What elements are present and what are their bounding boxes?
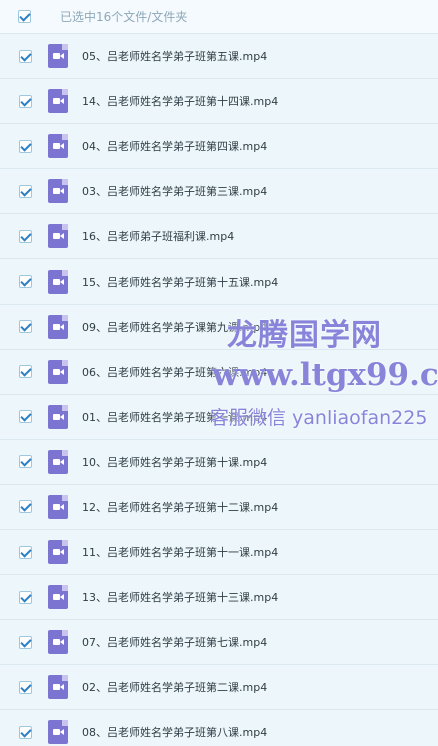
file-name[interactable]: 09、吕老师姓名学弟子课第九课.mp4 [82,319,267,335]
video-file-icon [48,224,68,249]
video-file-icon [48,449,68,474]
file-checkbox[interactable] [19,94,32,108]
file-checkbox[interactable] [19,365,32,379]
file-checkbox[interactable] [19,184,32,198]
video-file-icon [48,404,68,429]
file-checkbox[interactable] [19,275,32,289]
camera-icon [53,278,64,285]
camera-icon [53,53,64,60]
file-checkbox[interactable] [19,455,32,469]
camera-icon [53,233,64,240]
file-name[interactable]: 02、吕老师姓名学弟子班第二课.mp4 [82,679,267,695]
file-checkbox[interactable] [19,320,32,334]
file-row[interactable]: 11、吕老师姓名学弟子班第十一课.mp4 [0,530,438,576]
file-checkbox[interactable] [19,229,32,243]
file-name[interactable]: 15、吕老师姓名学弟子班第十五课.mp4 [82,274,278,290]
camera-icon [53,368,64,375]
file-row[interactable]: 06、吕老师姓名学弟子班第六课.mp4 [0,349,438,395]
file-name[interactable]: 03、吕老师姓名学弟子班第三课.mp4 [82,183,267,199]
video-file-icon [48,89,68,114]
camera-icon [53,503,64,510]
camera-icon [53,684,64,691]
file-name[interactable]: 01、吕老师姓名学弟子班第一课.mp4 [82,409,267,425]
file-name[interactable]: 11、吕老师姓名学弟子班第十一课.mp4 [82,544,278,560]
file-row[interactable]: 07、吕老师姓名学弟子班第七课.mp4 [0,620,438,666]
camera-icon [53,639,64,646]
file-checkbox[interactable] [19,590,32,604]
file-row[interactable]: 03、吕老师姓名学弟子班第三课.mp4 [0,169,438,215]
camera-icon [53,143,64,150]
file-list-page: 已选中16个文件/文件夹 05、吕老师姓名学弟子班第五课.mp4 14、吕老师姓名… [0,0,438,746]
video-file-icon [48,494,68,519]
camera-icon [53,729,64,736]
file-row[interactable]: 10、吕老师姓名学弟子班第十课.mp4 [0,439,438,485]
file-row[interactable]: 16、吕老师弟子班福利课.mp4 [0,214,438,260]
file-row[interactable]: 12、吕老师姓名学弟子班第十二课.mp4 [0,484,438,531]
file-name[interactable]: 16、吕老师弟子班福利课.mp4 [82,228,234,244]
file-checkbox[interactable] [19,49,32,63]
file-checkbox[interactable] [19,725,32,739]
video-file-icon [48,134,68,159]
camera-icon [53,458,64,465]
file-checkbox[interactable] [19,680,32,694]
file-name[interactable]: 05、吕老师姓名学弟子班第五课.mp4 [82,48,267,64]
video-file-icon [48,44,68,69]
file-checkbox[interactable] [19,500,32,514]
video-file-icon [48,720,68,745]
file-row[interactable]: 05、吕老师姓名学弟子班第五课.mp4 [0,34,438,80]
camera-icon [53,98,64,105]
selection-header: 已选中16个文件/文件夹 [0,0,438,34]
file-checkbox[interactable] [19,635,32,649]
file-list: 05、吕老师姓名学弟子班第五课.mp4 14、吕老师姓名学弟子班第十四课.mp4 0… [0,34,438,746]
camera-icon [53,549,64,556]
video-file-icon [48,179,68,204]
camera-icon [53,413,64,420]
file-checkbox[interactable] [19,410,32,424]
selection-count-text: 已选中16个文件/文件夹 [60,10,188,24]
camera-icon [53,188,64,195]
file-checkbox[interactable] [19,545,32,559]
file-row[interactable]: 01、吕老师姓名学弟子班第一课.mp4 [0,394,438,440]
video-file-icon [48,359,68,384]
video-file-icon [48,269,68,294]
file-name[interactable]: 08、吕老师姓名学弟子班第八课.mp4 [82,724,267,740]
file-name[interactable]: 13、吕老师姓名学弟子班第十三课.mp4 [82,589,278,605]
video-file-icon [48,585,68,610]
file-row[interactable]: 15、吕老师姓名学弟子班第十五课.mp4 [0,259,438,305]
file-name[interactable]: 07、吕老师姓名学弟子班第七课.mp4 [82,634,267,650]
file-name[interactable]: 06、吕老师姓名学弟子班第六课.mp4 [82,364,267,380]
video-file-icon [48,314,68,339]
file-name[interactable]: 14、吕老师姓名学弟子班第十四课.mp4 [82,93,278,109]
file-name[interactable]: 04、吕老师姓名学弟子班第四课.mp4 [82,138,267,154]
select-all-checkbox[interactable] [18,10,31,23]
file-name[interactable]: 12、吕老师姓名学弟子班第十二课.mp4 [82,499,278,515]
video-file-icon [48,540,68,565]
file-checkbox[interactable] [19,139,32,153]
file-row[interactable]: 09、吕老师姓名学弟子课第九课.mp4 [0,304,438,350]
file-row[interactable]: 02、吕老师姓名学弟子班第二课.mp4 [0,665,438,711]
file-row[interactable]: 13、吕老师姓名学弟子班第十三课.mp4 [0,575,438,621]
file-row[interactable]: 14、吕老师姓名学弟子班第十四课.mp4 [0,79,438,125]
file-row[interactable]: 08、吕老师姓名学弟子班第八课.mp4 [0,710,438,746]
file-name[interactable]: 10、吕老师姓名学弟子班第十课.mp4 [82,454,267,470]
video-file-icon [48,675,68,700]
file-row[interactable]: 04、吕老师姓名学弟子班第四课.mp4 [0,124,438,170]
camera-icon [53,594,64,601]
video-file-icon [48,630,68,655]
camera-icon [53,323,64,330]
